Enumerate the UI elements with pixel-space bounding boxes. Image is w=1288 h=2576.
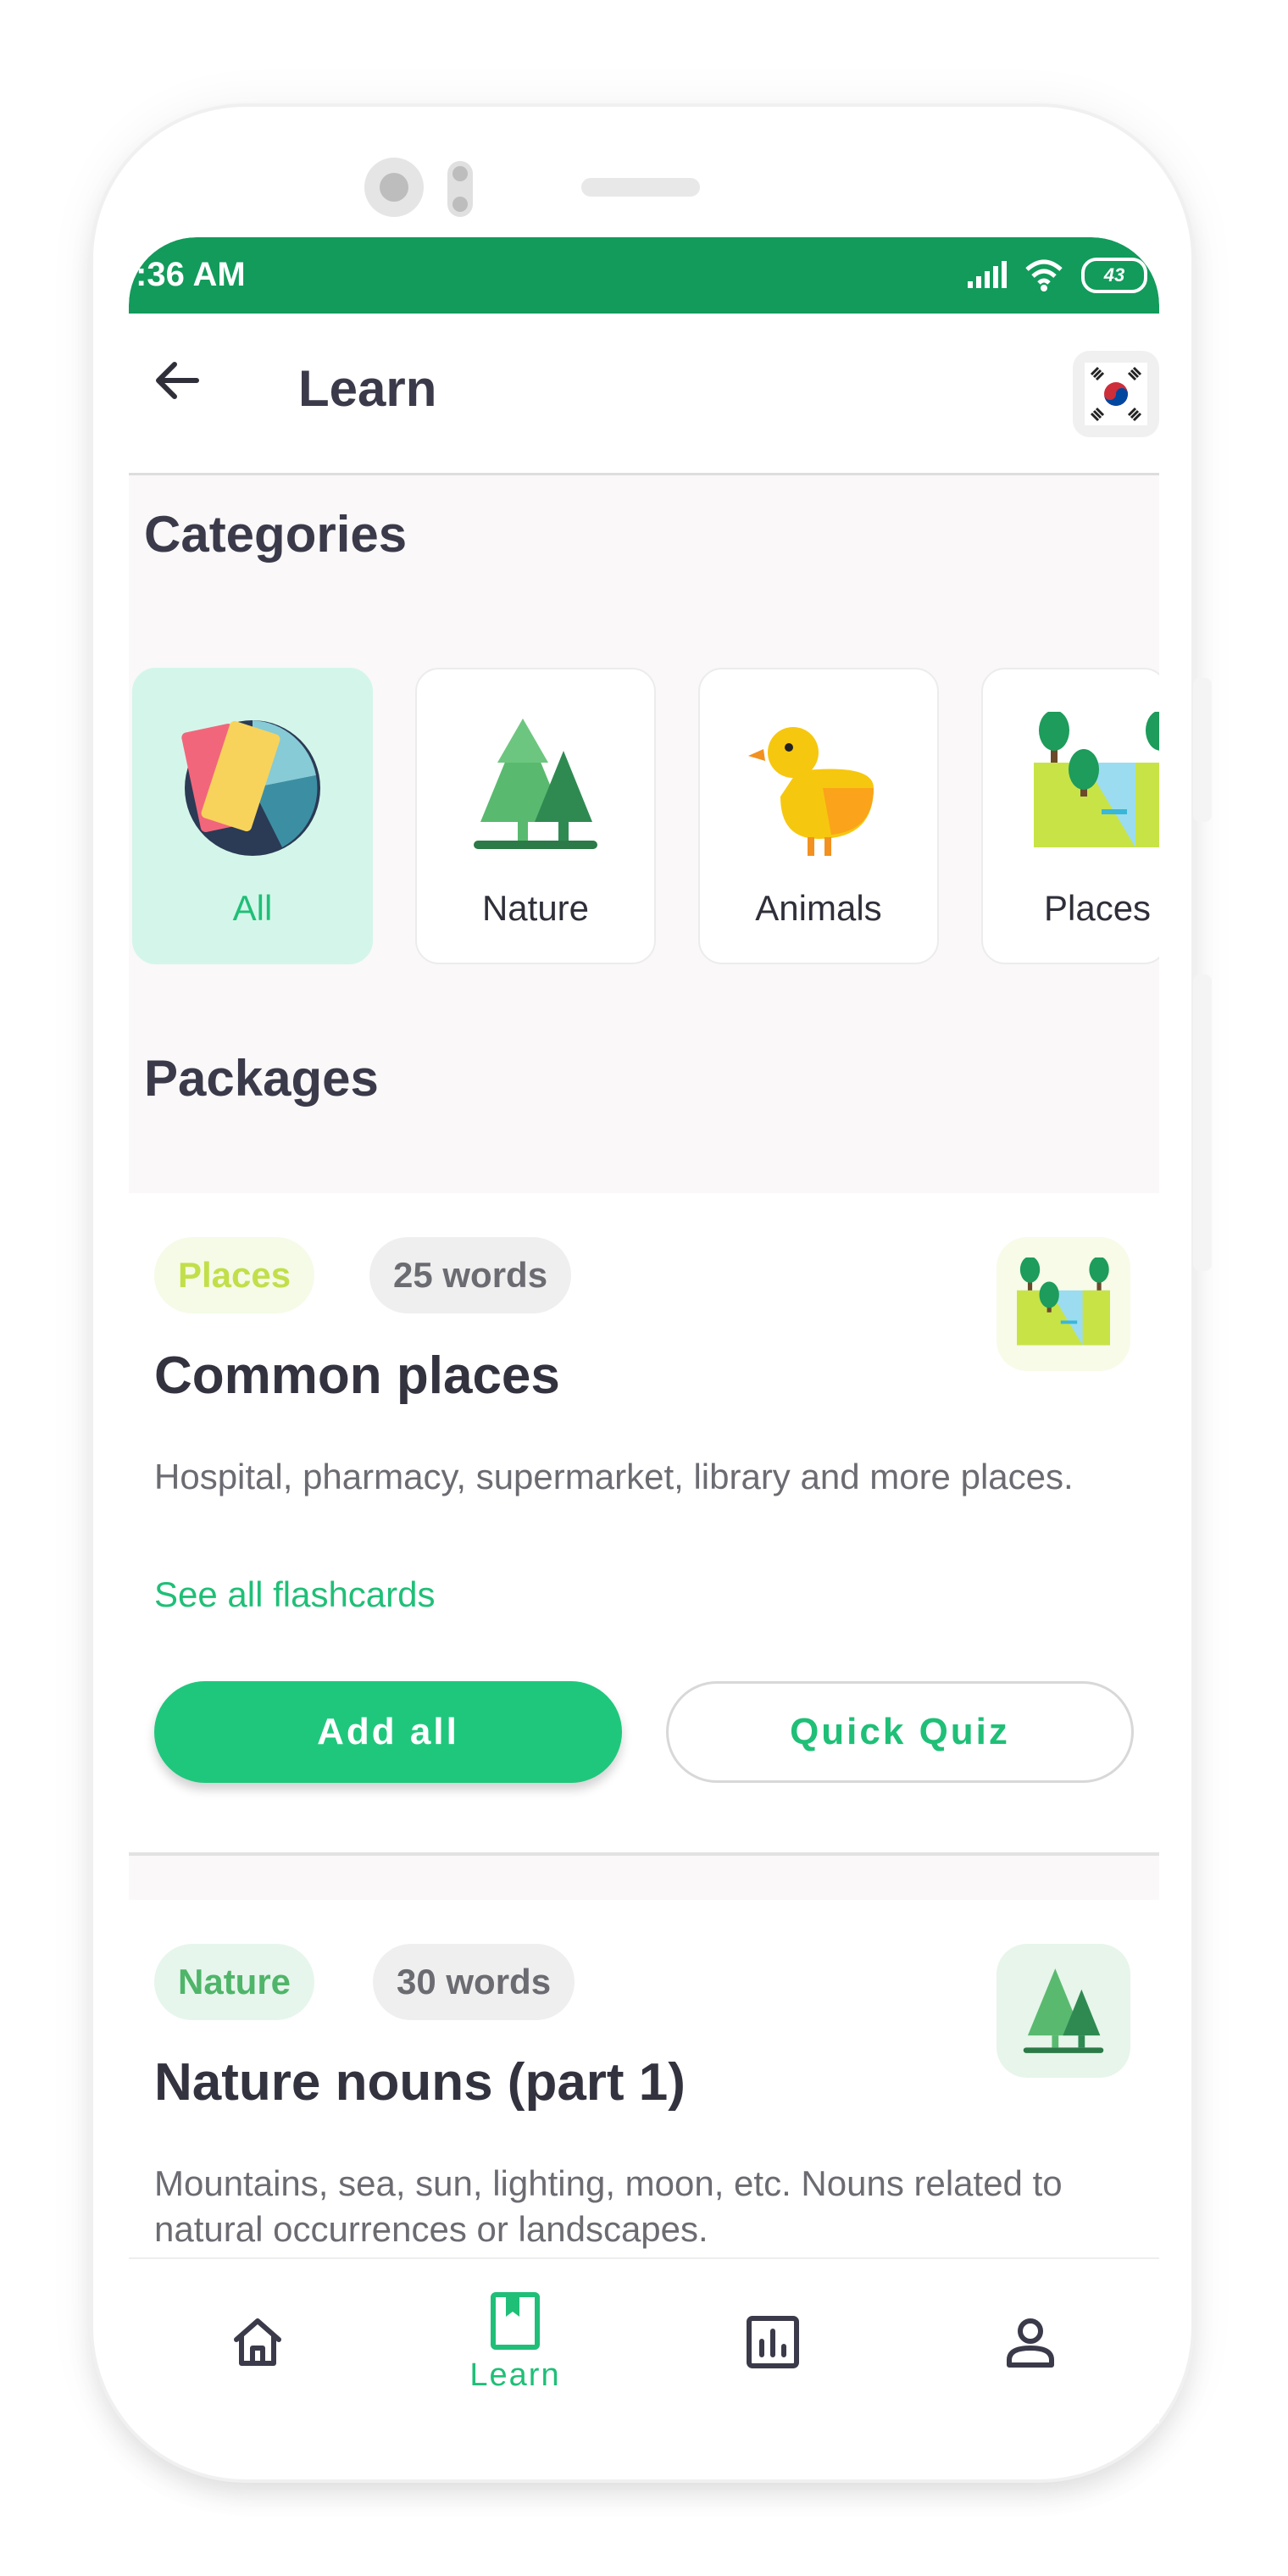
see-all-flashcards-link[interactable]: See all flashcards xyxy=(154,1574,436,1615)
add-all-button[interactable]: Add all xyxy=(154,1681,622,1783)
phone-side-button xyxy=(1193,974,1212,1271)
home-icon xyxy=(234,2318,281,2366)
category-all[interactable]: All xyxy=(132,668,373,964)
nav-stats[interactable] xyxy=(644,2259,902,2423)
quick-quiz-button[interactable]: Quick Quiz xyxy=(666,1681,1134,1783)
battery-level: 43 xyxy=(1103,264,1125,286)
nav-home[interactable] xyxy=(129,2259,386,2423)
profile-icon xyxy=(1007,2318,1054,2368)
nav-learn-label: Learn xyxy=(469,2357,561,2393)
category-places[interactable]: Places xyxy=(981,668,1159,964)
wifi-icon xyxy=(1025,259,1063,291)
package-title: Nature nouns (part 1) xyxy=(154,2053,686,2112)
status-icons: 43 xyxy=(966,258,1147,293)
proximity-sensor xyxy=(447,161,473,217)
korea-flag-icon xyxy=(1085,363,1147,425)
package-card: Places 25 words Common places Hospital, … xyxy=(129,1193,1159,1856)
earpiece-speaker xyxy=(581,178,700,197)
package-title: Common places xyxy=(154,1346,560,1405)
category-animals[interactable]: Animals xyxy=(698,668,939,964)
bookmark-book-icon xyxy=(491,2291,540,2350)
package-thumbnail xyxy=(997,1237,1130,1371)
package-description: Hospital, pharmacy, supermarket, library… xyxy=(154,1457,1074,1496)
nav-learn[interactable]: Learn xyxy=(386,2259,644,2423)
page-title: Learn xyxy=(298,360,437,417)
park-map-icon xyxy=(1034,712,1159,847)
category-label: All xyxy=(232,888,273,928)
category-tag: Places xyxy=(154,1237,315,1313)
status-time: :36 AM xyxy=(136,256,246,293)
stats-icon xyxy=(747,2316,799,2368)
duck-icon xyxy=(748,727,874,856)
category-label: Nature xyxy=(481,888,590,928)
app-bar: Learn xyxy=(129,314,1159,475)
category-label: Places xyxy=(1044,888,1152,928)
package-thumbnail xyxy=(997,1944,1130,2078)
phone-side-button xyxy=(1193,678,1212,822)
status-bar: :36 AM 43 xyxy=(129,237,1159,314)
category-tag: Nature xyxy=(154,1944,315,2020)
battery-indicator: 43 xyxy=(1081,258,1147,293)
arrow-left-icon xyxy=(156,362,199,399)
word-count-badge: 25 words xyxy=(369,1237,572,1313)
category-nature[interactable]: Nature xyxy=(415,668,656,964)
park-map-icon xyxy=(1017,1257,1110,1346)
package-description: Mountains, sea, sun, lighting, moon, etc… xyxy=(154,2163,1063,2249)
back-button[interactable] xyxy=(147,351,207,410)
app-screen: :36 AM 43 Learn Categories All Nature An… xyxy=(129,237,1159,2423)
trees-icon xyxy=(1023,1968,1104,2053)
language-button[interactable] xyxy=(1073,351,1159,437)
categories-list[interactable]: All Nature Animals Places xyxy=(132,668,1159,969)
word-count-badge: 30 words xyxy=(373,1944,575,2020)
packages-heading: Packages xyxy=(144,1050,379,1107)
categories-heading: Categories xyxy=(144,506,408,563)
front-camera xyxy=(364,158,424,217)
bottom-navigation: Learn xyxy=(129,2257,1159,2423)
nav-profile[interactable] xyxy=(902,2259,1159,2423)
signal-icon xyxy=(968,261,1007,288)
trees-icon xyxy=(474,719,597,849)
category-label: Animals xyxy=(755,888,882,928)
all-categories-icon xyxy=(181,720,320,856)
